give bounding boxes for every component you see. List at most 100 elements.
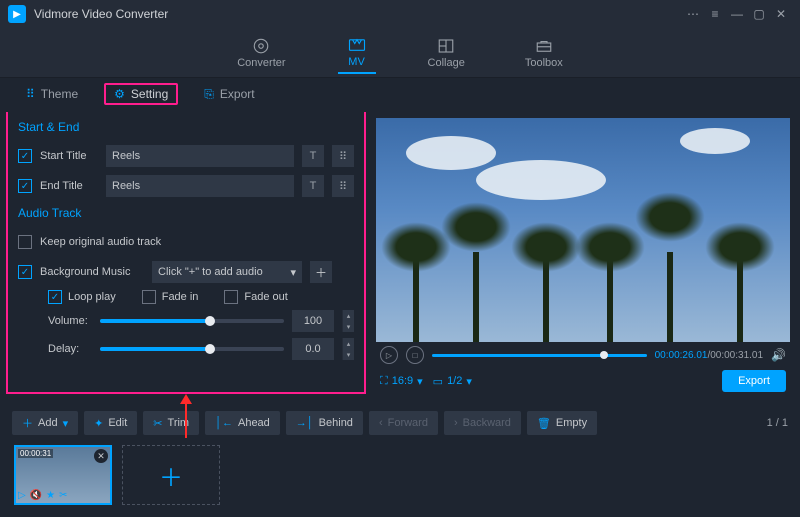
player-controls: ▷ □ 00:00:26.01/00:00:31.01 🔊 [376,342,790,368]
trash-icon: 🗑 [537,417,551,430]
aspect-ratio-dropdown[interactable]: ⛶ 16:9 ▾ [380,375,423,388]
audio-options-row: ✓ Loop play ✓ Fade in ✓ Fade out [48,290,354,304]
time-display: 00:00:26.01/00:00:31.01 [655,350,763,361]
forward-button[interactable]: ‹Forward [369,411,438,435]
tab-collage[interactable]: Collage [420,33,473,73]
subtab-setting[interactable]: ⚙ Setting [104,83,178,105]
start-title-more-button[interactable]: ⠿ [332,145,354,167]
bg-music-label: Background Music [40,266,144,278]
bg-music-dropdown[interactable]: Click "+" to add audio ▾ [152,261,302,283]
preview-panel: ▷ □ 00:00:26.01/00:00:31.01 🔊 ⛶ 16:9 ▾ ▭… [376,118,790,394]
loop-play-checkbox[interactable]: ✓ [48,290,62,304]
loop-play-label: Loop play [68,291,116,303]
ahead-button[interactable]: │←Ahead [205,411,280,435]
start-title-input[interactable] [106,145,294,167]
end-title-label: End Title [40,180,98,192]
timeline-thumbs: 00:00:31 ✕ ▷ 🔇 ★ ✂ ＋ [0,440,800,510]
forward-icon: ‹ [379,417,383,429]
keep-original-checkbox[interactable]: ✓ [18,235,32,249]
subtab-theme[interactable]: ⠿ Theme [16,83,88,105]
end-title-checkbox[interactable]: ✓ [18,179,32,193]
collage-icon [435,37,457,55]
menu-icon[interactable]: ≡ [704,4,726,24]
export-icon: ⎘ [204,87,214,102]
clip-trim-icon[interactable]: ✂ [59,490,67,501]
fade-in-checkbox[interactable]: ✓ [142,290,156,304]
clip-thumb[interactable]: 00:00:31 ✕ ▷ 🔇 ★ ✂ [14,445,112,505]
sub-tabs: ⠿ Theme ⚙ Setting ⎘ Export [0,78,800,110]
page-icon: ▭ [433,375,443,388]
start-title-checkbox[interactable]: ✓ [18,149,32,163]
behind-icon: →│ [296,417,314,429]
titlebar: ▶ Vidmore Video Converter ⋯ ≡ ― ▢ ✕ [0,0,800,28]
fade-in-label: Fade in [162,291,199,303]
export-button[interactable]: Export [722,370,786,392]
end-title-more-button[interactable]: ⠿ [332,175,354,197]
bg-music-row: ✓ Background Music Click "+" to add audi… [18,260,354,284]
delay-slider[interactable] [100,347,284,351]
aspect-icon: ⛶ [380,375,388,388]
content-area: Start & End ✓ Start Title T ⠿ ✓ End Titl… [0,110,800,398]
backward-button[interactable]: ›Backward [444,411,521,435]
feedback-icon[interactable]: ⋯ [682,4,704,24]
tab-mv[interactable]: MV [338,32,376,74]
subtab-export[interactable]: ⎘ Export [194,83,264,106]
backward-icon: › [454,417,458,429]
volume-spinner[interactable]: ▴▾ [342,310,354,332]
add-clip-button[interactable]: ＋ [122,445,220,505]
tab-toolbox[interactable]: Toolbox [517,33,571,73]
section-audio: Audio Track [18,206,354,220]
section-start-end: Start & End [18,120,354,134]
fade-out-label: Fade out [244,291,287,303]
delay-label: Delay: [48,343,92,355]
start-title-label: Start Title [40,150,98,162]
page-dropdown[interactable]: ▭ 1/2 ▾ [433,375,472,388]
volume-value: 100 [292,310,334,332]
close-icon[interactable]: ✕ [770,4,792,24]
player-sub-controls: ⛶ 16:9 ▾ ▭ 1/2 ▾ Export [376,368,790,394]
clip-play-icon[interactable]: ▷ [18,490,26,501]
mv-icon [346,36,368,54]
play-button[interactable]: ▷ [380,346,398,364]
delay-spinner[interactable]: ▴▾ [342,338,354,360]
volume-slider[interactable] [100,319,284,323]
setting-icon: ⚙ [114,87,125,101]
stop-button[interactable]: □ [406,346,424,364]
plus-icon: ＋ [22,415,33,431]
volume-icon[interactable]: 🔊 [771,348,786,362]
trim-icon: ✂ [153,417,162,430]
ahead-icon: │← [215,417,233,429]
end-title-input[interactable] [106,175,294,197]
clip-star-icon[interactable]: ★ [46,490,55,501]
clip-mute-icon[interactable]: 🔇 [30,490,42,501]
fade-out-checkbox[interactable]: ✓ [224,290,238,304]
chevron-down-icon: ▾ [466,375,472,388]
behind-button[interactable]: →│Behind [286,411,363,435]
maximize-icon[interactable]: ▢ [748,4,770,24]
theme-icon: ⠿ [26,87,35,101]
timeline-toolbar: ＋Add▾ ✦Edit ✂Trim │←Ahead →│Behind ‹Forw… [0,406,800,440]
toolbox-icon [533,37,555,55]
volume-label: Volume: [48,315,92,327]
add-button[interactable]: ＋Add▾ [12,411,78,435]
chevron-down-icon: ▾ [290,266,296,279]
add-audio-button[interactable]: ＋ [310,261,332,283]
keep-original-row: ✓ Keep original audio track [18,230,354,254]
tab-converter[interactable]: Converter [229,33,293,73]
video-preview[interactable] [376,118,790,342]
bg-music-checkbox[interactable]: ✓ [18,265,32,279]
chevron-down-icon: ▾ [63,417,69,430]
edit-button[interactable]: ✦Edit [84,411,137,435]
keep-original-label: Keep original audio track [40,236,161,248]
delay-value: 0.0 [292,338,334,360]
empty-button[interactable]: 🗑Empty [527,411,597,435]
start-title-font-button[interactable]: T [302,145,324,167]
clip-remove-button[interactable]: ✕ [94,449,108,463]
annotation-arrow-icon [176,394,196,438]
app-title: Vidmore Video Converter [34,7,168,21]
end-title-font-button[interactable]: T [302,175,324,197]
progress-bar[interactable] [432,354,647,357]
delay-row: Delay: 0.0 ▴▾ [48,338,354,360]
minimize-icon[interactable]: ― [726,4,748,24]
volume-row: Volume: 100 ▴▾ [48,310,354,332]
